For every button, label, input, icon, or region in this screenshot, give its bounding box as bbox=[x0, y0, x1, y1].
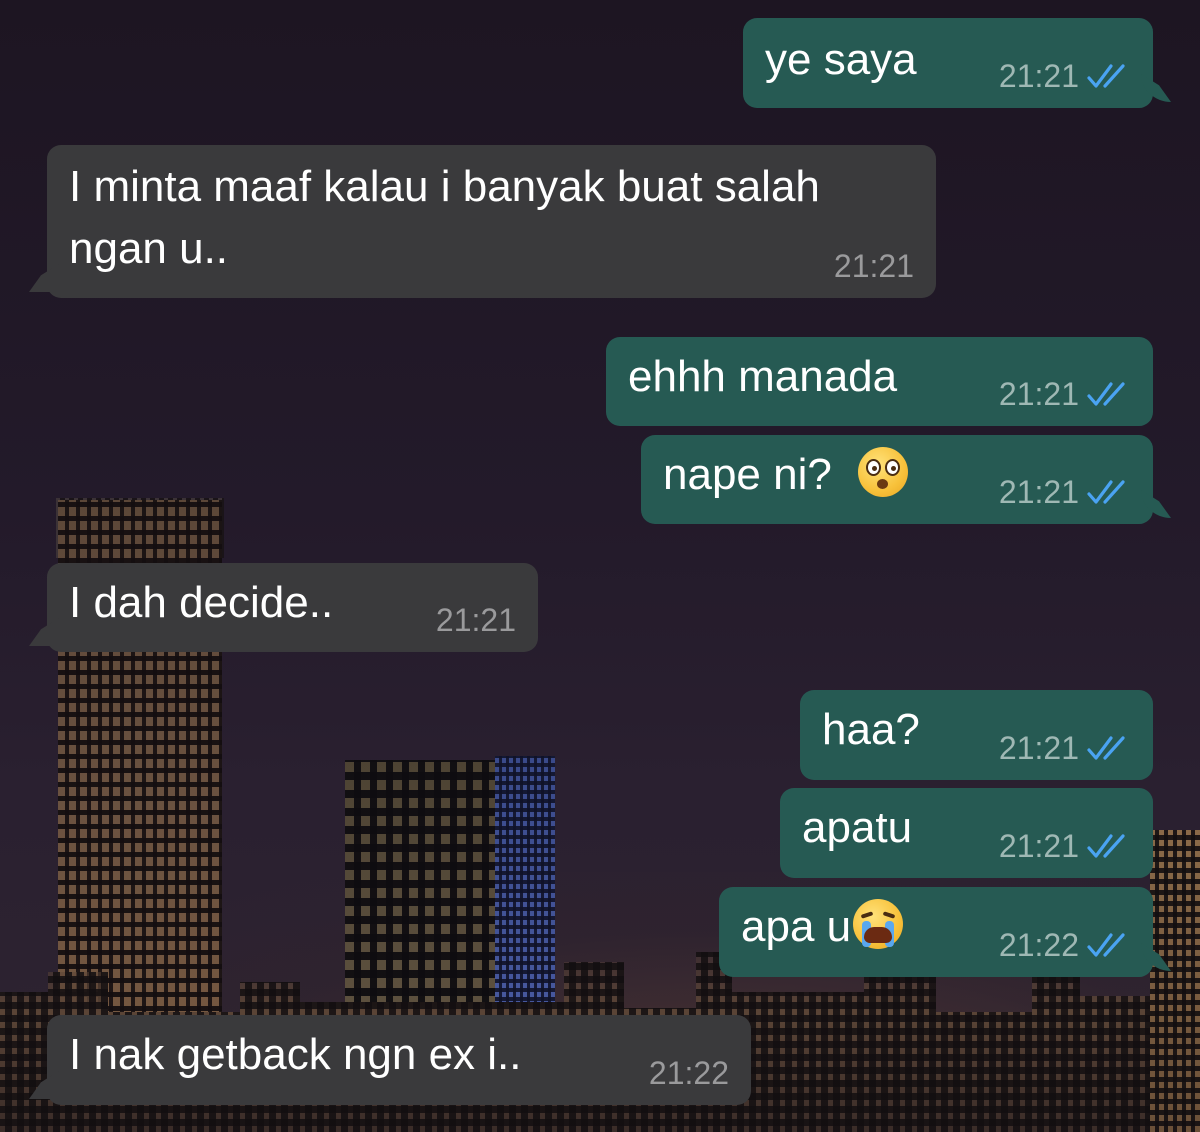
message-meta: 21:22 bbox=[649, 1057, 729, 1089]
message-text-line-1: I minta maaf kalau i banyak buat salah bbox=[69, 162, 820, 211]
message-text: apatu bbox=[802, 803, 913, 852]
message-bubble-incoming[interactable]: I minta maaf kalau i banyak buat salah n… bbox=[47, 145, 936, 298]
message-text: I nak getback ngn ex i.. bbox=[69, 1030, 522, 1079]
message-bubble-outgoing[interactable]: apatu 21:21 bbox=[780, 788, 1153, 878]
message-time: 21:22 bbox=[998, 927, 1079, 963]
message-bubble-outgoing[interactable]: ehhh manada 21:21 bbox=[606, 337, 1153, 426]
read-double-check-icon bbox=[1087, 834, 1125, 858]
message-time: 21:22 bbox=[648, 1055, 729, 1091]
read-double-check-icon bbox=[1087, 480, 1125, 504]
read-double-check-icon bbox=[1087, 382, 1125, 406]
message-bubble-outgoing[interactable]: apa u 21:22 bbox=[719, 887, 1153, 977]
message-meta: 21:21 bbox=[834, 250, 914, 282]
message-time: 21:21 bbox=[998, 376, 1079, 412]
message-time: 21:21 bbox=[833, 248, 914, 284]
flushed-face-emoji-icon bbox=[858, 447, 909, 497]
message-bubble-incoming[interactable]: I nak getback ngn ex i.. 21:22 bbox=[47, 1015, 751, 1105]
loudly-crying-face-emoji-icon bbox=[853, 899, 904, 949]
message-text-content: apa u bbox=[741, 902, 852, 951]
message-time: 21:21 bbox=[998, 828, 1079, 864]
message-time: 21:21 bbox=[435, 602, 516, 638]
message-meta: 21:21 bbox=[999, 378, 1131, 410]
read-double-check-icon bbox=[1087, 736, 1125, 760]
message-bubble-outgoing[interactable]: haa? 21:21 bbox=[800, 690, 1153, 780]
message-time: 21:21 bbox=[998, 58, 1079, 94]
message-text: apa u bbox=[741, 899, 904, 955]
message-time: 21:21 bbox=[998, 474, 1079, 510]
message-text: nape ni? bbox=[663, 447, 909, 503]
read-double-check-icon bbox=[1087, 933, 1125, 957]
message-meta: 21:21 bbox=[999, 830, 1131, 862]
read-double-check-icon bbox=[1087, 64, 1125, 88]
message-meta: 21:21 bbox=[999, 476, 1131, 508]
message-text-content: nape ni? bbox=[663, 450, 832, 499]
message-text: I dah decide.. bbox=[69, 578, 334, 627]
message-text: haa? bbox=[822, 705, 920, 754]
message-meta: 21:21 bbox=[999, 60, 1131, 92]
message-meta: 21:22 bbox=[999, 929, 1131, 961]
message-text-line-2: ngan u.. bbox=[69, 224, 229, 273]
message-text: ehhh manada bbox=[628, 352, 898, 401]
message-time: 21:21 bbox=[998, 730, 1079, 766]
message-bubble-incoming[interactable]: I dah decide.. 21:21 bbox=[47, 563, 538, 652]
message-meta: 21:21 bbox=[436, 604, 516, 636]
message-text: ye saya bbox=[765, 35, 917, 84]
message-bubble-outgoing[interactable]: ye saya 21:21 bbox=[743, 18, 1153, 108]
message-bubble-outgoing[interactable]: nape ni? 21:21 bbox=[641, 435, 1153, 524]
message-meta: 21:21 bbox=[999, 732, 1131, 764]
